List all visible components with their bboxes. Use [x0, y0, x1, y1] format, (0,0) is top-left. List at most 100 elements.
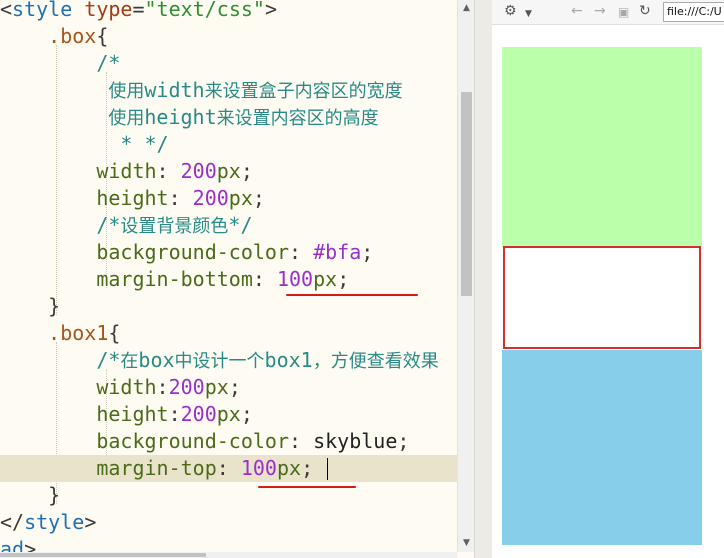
collapsed-margin-highlight [503, 246, 701, 349]
code-line[interactable]: } [0, 482, 60, 509]
code-token: { [108, 321, 121, 345]
editor-horizontal-scrollbar[interactable] [0, 552, 457, 558]
code-line[interactable]: } [0, 293, 60, 320]
code-token: px [313, 267, 338, 291]
stop-icon[interactable]: ▣ [618, 4, 629, 20]
code-token: 来设置盒子内容区的宽度 [204, 81, 403, 102]
code-line[interactable]: /*在box中设计一个box1，方便查看效果 [0, 347, 438, 374]
code-line[interactable]: margin-bottom: 100px; [0, 266, 349, 293]
browser-preview: ⚙ ▼ ← → ▣ ↻ file:///C:/U [492, 0, 724, 558]
code-token: 200 [192, 186, 229, 210]
code-token: 使用 [108, 108, 145, 129]
code-line[interactable]: height: 200px; [0, 185, 265, 212]
code-token: } [48, 483, 61, 507]
code-token: < [0, 0, 13, 21]
code-token: 100 [276, 267, 314, 291]
code-token: px [216, 402, 241, 426]
code-token: width [144, 78, 205, 102]
scroll-up-arrow-icon[interactable]: ▲ [458, 0, 475, 17]
code-token: 中设计一个 [174, 351, 265, 372]
code-token: { [96, 24, 109, 48]
code-token: /* [96, 213, 121, 237]
code-line[interactable]: * */ [0, 131, 169, 158]
code-line[interactable]: background-color: #bfa; [0, 239, 373, 266]
code-line[interactable]: .box{ [0, 23, 108, 50]
rendered-page [492, 25, 724, 558]
code-token: : [216, 456, 241, 480]
code-token: : [288, 429, 314, 453]
pane-divider[interactable] [474, 0, 493, 558]
code-line[interactable]: width:200px; [0, 374, 241, 401]
code-token: ; [240, 159, 253, 183]
code-token: style [24, 510, 85, 534]
code-token: > [84, 510, 97, 534]
code-token: 使用 [108, 81, 145, 102]
code-token: ad [0, 537, 25, 552]
code-token: px [216, 159, 241, 183]
code-token: height [144, 105, 217, 129]
back-icon[interactable]: ← [571, 3, 583, 19]
code-line[interactable]: <style type="text/css"> [0, 0, 277, 23]
code-token: > [264, 0, 277, 21]
code-token: } [48, 294, 61, 318]
code-token: ; [228, 375, 241, 399]
code-token: .box [48, 24, 97, 48]
code-token: : [252, 267, 277, 291]
code-token: : [156, 159, 181, 183]
code-line[interactable]: 使用width来设置盒子内容区的宽度 [0, 77, 403, 104]
editor-vertical-scrollbar[interactable]: ▲ ▼ [457, 0, 475, 552]
code-token: /* [96, 348, 121, 372]
code-line[interactable]: </style> [0, 509, 96, 536]
code-line[interactable]: 使用height来设置内容区的高度 [0, 104, 378, 131]
code-line[interactable]: /*设置背景颜色*/ [0, 212, 252, 239]
code-line[interactable]: width: 200px; [0, 158, 253, 185]
code-token: height [96, 402, 169, 426]
horizontal-scrollbar-thumb[interactable] [0, 553, 206, 557]
code-line[interactable]: /* [0, 50, 120, 77]
browser-toolbar: ⚙ ▼ ← → ▣ ↻ file:///C:/U [492, 0, 724, 25]
code-line[interactable]: ad> [0, 536, 36, 552]
code-token: background-color [96, 240, 289, 264]
chevron-down-icon[interactable]: ▼ [525, 6, 532, 22]
code-token: height [96, 186, 169, 210]
code-line[interactable]: background-color: skyblue; [0, 428, 409, 455]
scroll-down-arrow-icon[interactable]: ▼ [458, 535, 475, 552]
code-token: = [132, 0, 145, 21]
code-token: box [138, 348, 175, 372]
code-token: 100 [240, 456, 277, 480]
code-token: : [168, 186, 193, 210]
code-editor[interactable]: <style type="text/css"> .box{ /* 使用width… [0, 0, 457, 552]
box1-element [502, 350, 702, 545]
code-token: /* [96, 51, 121, 75]
code-token: #bfa [313, 240, 362, 264]
code-token: px [204, 375, 229, 399]
code-line[interactable]: .box1{ [0, 320, 120, 347]
code-token: ; [397, 429, 410, 453]
code-token: skyblue [313, 429, 398, 453]
code-token: 200 [168, 375, 205, 399]
forward-icon[interactable]: → [594, 3, 606, 19]
refresh-icon[interactable]: ↻ [639, 3, 651, 19]
code-token: px [276, 456, 302, 480]
scrollbar-thumb[interactable] [461, 92, 472, 296]
address-bar[interactable]: file:///C:/U [663, 2, 724, 22]
code-token: width [96, 159, 157, 183]
code-token: 设置背景颜色 [120, 216, 229, 237]
code-line[interactable]: margin-top: 100px; [0, 455, 457, 482]
code-token: * */ [120, 132, 169, 156]
code-line[interactable]: height:200px; [0, 401, 253, 428]
code-token: : [156, 375, 169, 399]
gear-icon[interactable]: ⚙ [504, 3, 517, 19]
code-token: margin-top [96, 456, 217, 480]
